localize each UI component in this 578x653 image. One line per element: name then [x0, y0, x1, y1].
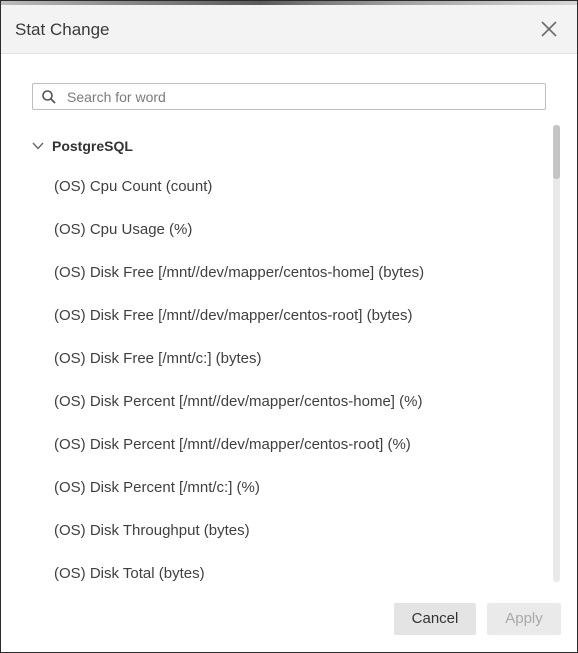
apply-button[interactable]: Apply — [487, 603, 561, 635]
list-item[interactable]: (OS) Disk Total (bytes) — [15, 552, 549, 583]
list-item[interactable]: (OS) Disk Percent [/mnt//dev/mapper/cent… — [15, 380, 549, 423]
list-item[interactable]: (OS) Disk Free [/mnt//dev/mapper/centos-… — [15, 251, 549, 294]
search-icon — [41, 89, 57, 105]
close-icon[interactable] — [539, 19, 559, 39]
stat-items: (OS) Cpu Count (count) (OS) Cpu Usage (%… — [15, 165, 549, 583]
list-item[interactable]: (OS) Disk Percent [/mnt//dev/mapper/cent… — [15, 423, 549, 466]
group-label: PostgreSQL — [52, 138, 133, 154]
list-item[interactable]: (OS) Disk Free [/mnt//dev/mapper/centos-… — [15, 294, 549, 337]
chevron-down-icon — [31, 139, 45, 153]
list-scrollbar[interactable] — [553, 125, 560, 582]
search-input[interactable] — [67, 86, 537, 107]
cancel-button[interactable]: Cancel — [394, 603, 476, 635]
list-item[interactable]: (OS) Disk Percent [/mnt/c:] (%) — [15, 466, 549, 509]
dialog-title: Stat Change — [15, 20, 110, 39]
stat-list: PostgreSQL (OS) Cpu Count (count) (OS) C… — [15, 125, 549, 583]
scrollbar-thumb[interactable] — [553, 125, 560, 179]
list-item[interactable]: (OS) Cpu Usage (%) — [15, 208, 549, 251]
list-item[interactable]: (OS) Disk Free [/mnt/c:] (bytes) — [15, 337, 549, 380]
list-item[interactable]: (OS) Disk Throughput (bytes) — [15, 509, 549, 552]
search-box — [32, 83, 546, 110]
dialog-header: Stat Change — [1, 5, 577, 54]
stat-change-dialog: Stat Change PostgreSQL (OS — [0, 0, 578, 653]
list-item[interactable]: (OS) Cpu Count (count) — [15, 165, 549, 208]
